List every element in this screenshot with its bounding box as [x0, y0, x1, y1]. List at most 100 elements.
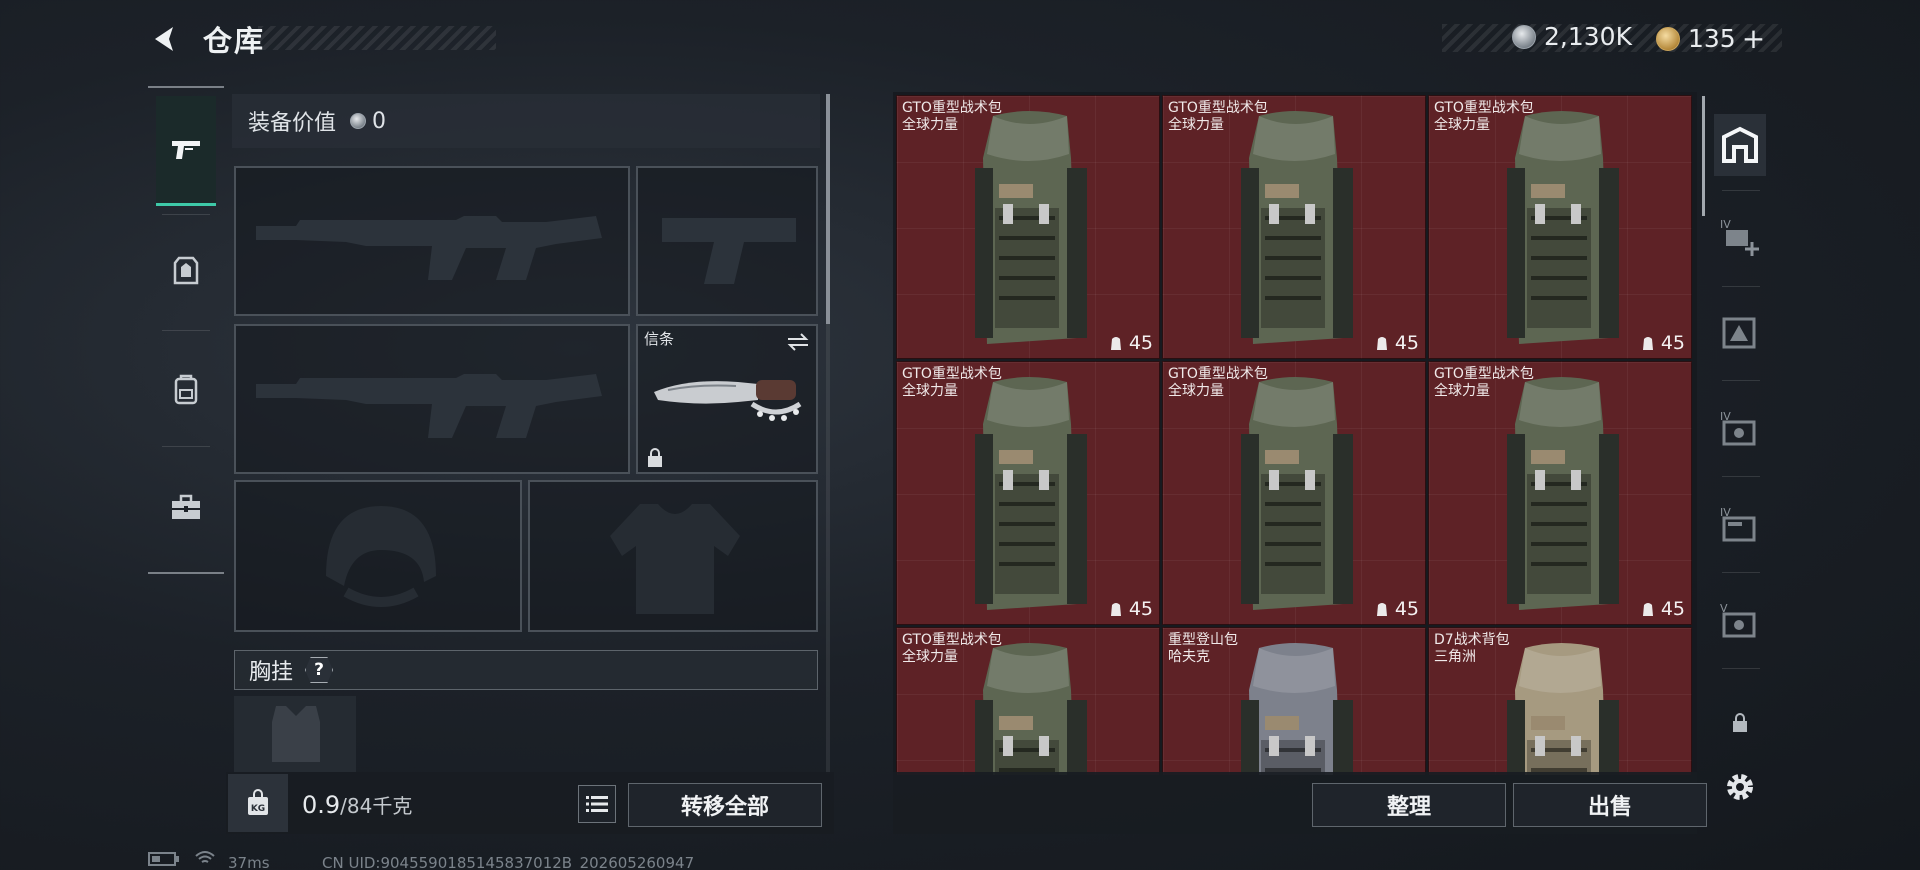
swap-arrows-icon[interactable] [786, 332, 810, 352]
currency-primary[interactable]: 2,130K [1512, 22, 1632, 51]
folder-box-icon: IV [1720, 506, 1756, 542]
backpack-item-icon [1241, 111, 1353, 344]
stash-item-cell[interactable]: GTO重型战术包 全球力量 45 [1162, 361, 1426, 625]
capacity-icon [1110, 337, 1121, 350]
body-armor-slot[interactable] [528, 480, 818, 632]
rail-item-case[interactable] [156, 452, 216, 562]
equipment-value: 0 [372, 108, 387, 134]
item-title: 重型登山包 [1168, 632, 1238, 648]
chest-rig-header: 胸挂 ? [234, 650, 818, 690]
capacity-icon [1376, 337, 1387, 350]
backpack-item-icon [1241, 377, 1353, 610]
secondary-weapon-slot[interactable] [234, 324, 630, 474]
chest-rig-label: 胸挂 [249, 660, 294, 685]
item-brand: 哈夫克 [1168, 649, 1210, 665]
warning-box-icon [1722, 317, 1756, 349]
item-capacity-value: 45 [1128, 332, 1153, 354]
tool-separator [1722, 572, 1760, 573]
settings-icon [1727, 774, 1753, 800]
stash-grid: GTO重型战术包 全球力量 45 GTO重型战术包 全球力量 45 GTO重型战术包 全球力量… [896, 95, 1694, 775]
page-title: 仓库 [203, 24, 266, 58]
tool-warning-box[interactable] [1714, 302, 1766, 364]
tool-separator [1722, 286, 1760, 287]
uid-readout: CN UID:9045590185145837012B_202605260947 [322, 854, 695, 870]
tool-folder-box-iv[interactable]: IV [1714, 494, 1766, 556]
sell-button[interactable]: 出售 [1513, 783, 1707, 827]
stash-item-cell[interactable]: 重型登山包 哈夫克 [1162, 627, 1426, 775]
helmet-silhouette-icon [326, 506, 436, 607]
back-button[interactable] [148, 22, 182, 56]
capacity-icon [1642, 337, 1653, 350]
expand-add-icon: IV [1720, 218, 1759, 256]
item-capacity: 45 [1641, 598, 1685, 620]
weight-readout: 0.9/84千克 [302, 790, 412, 819]
backpack-item-icon [1507, 643, 1619, 775]
tool-separator [1722, 380, 1760, 381]
item-name: D7战术背包 三角洲 [1434, 632, 1510, 666]
stash-item-cell[interactable]: GTO重型战术包 全球力量 45 [896, 95, 1160, 359]
item-capacity: 45 [1375, 598, 1419, 620]
tool-separator [1722, 476, 1760, 477]
item-capacity-value: 45 [1660, 332, 1685, 354]
silver-coin-icon [350, 113, 367, 129]
battery-icon [148, 852, 180, 870]
item-title: D7战术背包 [1434, 632, 1510, 648]
weight-lock-button[interactable]: KG [228, 774, 288, 832]
stash-item-cell[interactable]: D7战术背包 三角洲 [1428, 627, 1692, 775]
rail-separator [162, 446, 210, 447]
pistol-slot[interactable] [636, 166, 818, 316]
stash-item-cell[interactable]: GTO重型战术包 全球力量 45 [1428, 95, 1692, 359]
tool-stash[interactable] [1714, 114, 1766, 176]
equipment-scrollbar[interactable] [826, 94, 830, 774]
pistol-icon [172, 140, 200, 159]
lock-icon [648, 448, 662, 467]
stash-scrollbar[interactable] [1702, 96, 1705, 216]
melee-slot[interactable]: 信条 [636, 324, 818, 474]
stash-item-cell[interactable]: GTO重型战术包 全球力量 [896, 627, 1160, 775]
stash-icon [1722, 126, 1758, 163]
transfer-all-button[interactable]: 转移全部 [628, 783, 822, 827]
currency-primary-value: 2,130K [1544, 22, 1632, 51]
item-capacity-value: 45 [1128, 598, 1153, 620]
chest-rig-slot[interactable] [234, 696, 356, 772]
list-view-button[interactable] [578, 785, 616, 823]
svg-text:IV: IV [1720, 218, 1731, 231]
item-capacity-value: 45 [1394, 598, 1419, 620]
silver-coin-icon [1512, 24, 1536, 49]
help-button[interactable]: ? [305, 657, 334, 683]
stash-item-cell[interactable]: GTO重型战术包 全球力量 45 [896, 361, 1160, 625]
tool-camera-box-v[interactable]: V [1714, 590, 1766, 652]
item-capacity-value: 45 [1660, 598, 1685, 620]
backpack-icon [174, 374, 198, 405]
backpack-item-icon [975, 111, 1087, 344]
wifi-icon [194, 850, 216, 870]
primary-weapon-slot[interactable] [234, 166, 630, 316]
ping-readout: 37ms [228, 854, 270, 870]
chest-rig-silhouette-icon [272, 706, 320, 762]
rail-item-weapons[interactable] [156, 96, 216, 206]
pistol-silhouette-icon [662, 218, 796, 284]
rail-item-armor[interactable] [156, 216, 216, 326]
tool-camera-box-iv[interactable]: IV [1714, 398, 1766, 460]
gold-coin-icon [1656, 26, 1680, 51]
capacity-icon [1642, 603, 1653, 616]
item-capacity: 45 [1109, 598, 1153, 620]
backpack-item-icon [975, 377, 1087, 610]
title-stripe [258, 26, 496, 50]
rail-item-backpack[interactable] [156, 334, 216, 444]
tool-separator [1722, 668, 1760, 669]
item-name: 重型登山包 哈夫克 [1168, 632, 1238, 666]
knife-icon [654, 380, 802, 421]
kg-weight-icon: KG [248, 789, 268, 815]
tool-settings[interactable] [1714, 756, 1766, 818]
tool-expand[interactable]: IV [1714, 206, 1766, 268]
sort-button[interactable]: 整理 [1312, 783, 1506, 827]
stash-item-cell[interactable]: GTO重型战术包 全球力量 45 [1428, 361, 1692, 625]
currency-secondary[interactable]: 135 + [1656, 22, 1765, 55]
backpack-item-icon [1241, 643, 1353, 775]
tool-locked[interactable] [1714, 692, 1766, 754]
add-currency-button[interactable]: + [1742, 22, 1765, 55]
stash-item-cell[interactable]: GTO重型战术包 全球力量 45 [1162, 95, 1426, 359]
briefcase-icon [172, 494, 200, 519]
helmet-slot[interactable] [234, 480, 522, 632]
